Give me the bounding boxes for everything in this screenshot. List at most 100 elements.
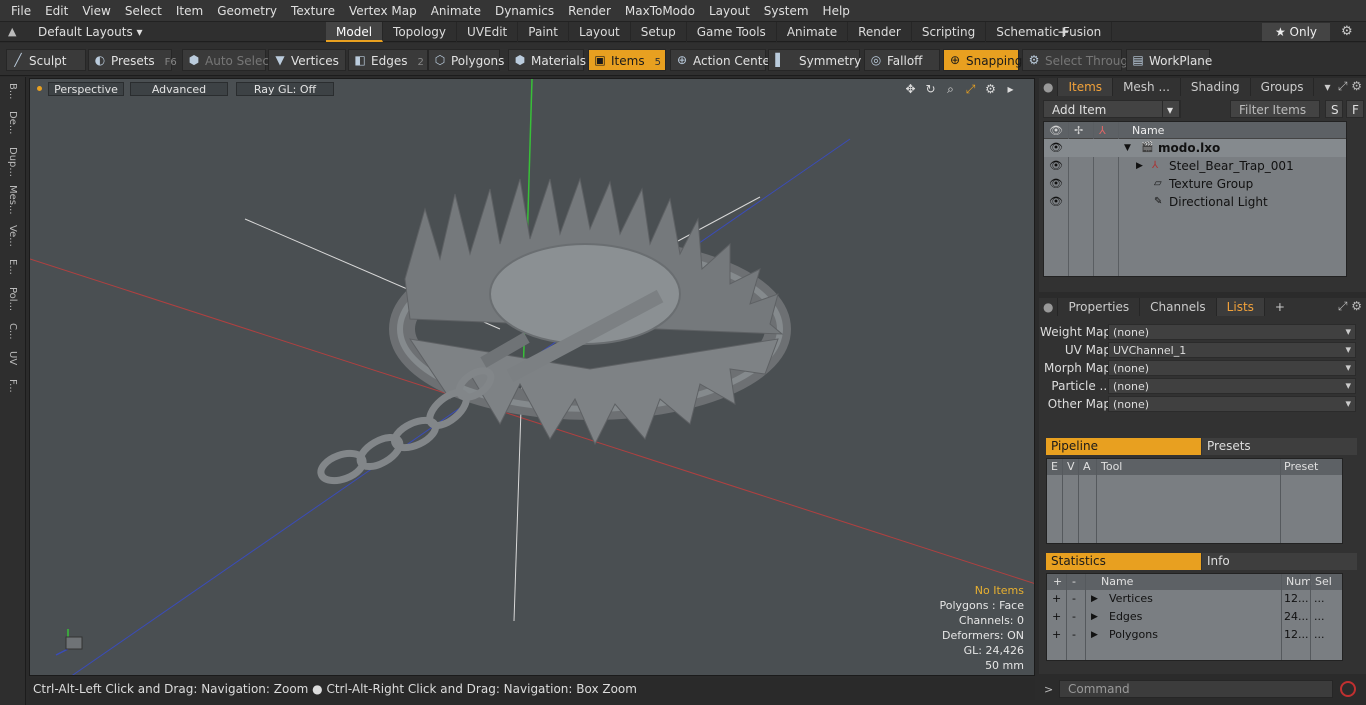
particle-dropdown[interactable]: (none) <box>1108 378 1356 394</box>
tab-groups[interactable]: Groups <box>1251 78 1315 96</box>
info-tab[interactable]: Info <box>1202 553 1357 570</box>
menu-help[interactable]: Help <box>816 0 857 22</box>
stats-add-icon[interactable]: + <box>1052 608 1061 626</box>
left-tab-polygon[interactable]: Pol... <box>5 287 19 317</box>
menu-vertex-map[interactable]: Vertex Map <box>342 0 424 22</box>
advanced-dropdown[interactable]: Advanced <box>130 82 228 96</box>
left-tab-duplicate[interactable]: Dup... <box>5 147 19 179</box>
tab-shading[interactable]: Shading <box>1181 78 1251 96</box>
falloff-button[interactable]: ◎ Falloff <box>864 49 940 71</box>
left-tab-deform[interactable]: De... <box>5 111 19 141</box>
menu-item[interactable]: Item <box>169 0 210 22</box>
viewport-more-icon[interactable]: ▸ <box>1003 82 1018 97</box>
left-tab-fusion[interactable]: F... <box>5 379 19 407</box>
rotate-view-icon[interactable]: ↻ <box>923 82 938 97</box>
tree-row-texture-group[interactable]: 👁 ▱ Texture Group <box>1044 175 1346 193</box>
morph-map-dropdown[interactable]: (none) <box>1108 360 1356 376</box>
expand-arrow-icon[interactable]: ▶ <box>1091 608 1098 626</box>
expand-arrow-icon[interactable]: ▶ <box>1091 590 1098 608</box>
menu-select[interactable]: Select <box>118 0 169 22</box>
symmetry-button[interactable]: ▌ Symmetry <box>768 49 861 71</box>
materials-button[interactable]: ⬢ Materials <box>508 49 586 71</box>
edges-button[interactable]: ◧ Edges 2 <box>348 49 428 71</box>
presets-button[interactable]: ◐ Presets F6 <box>88 49 177 71</box>
stats-row-vertices[interactable]: + - ▶ Vertices 12... ... <box>1047 590 1342 608</box>
add-item-dropdown-icon[interactable]: ▾ <box>1162 100 1180 118</box>
menu-texture[interactable]: Texture <box>284 0 342 22</box>
raygl-toggle[interactable]: Ray GL: Off <box>236 82 334 96</box>
polygons-button[interactable]: ⬡ Polygons <box>428 49 504 71</box>
uv-map-dropdown[interactable]: UVChannel_1 <box>1108 342 1356 358</box>
layout-gear-icon[interactable]: ⚙ <box>1341 24 1353 39</box>
workplane-button[interactable]: ▤ WorkPlane <box>1126 49 1212 71</box>
statistics-tab[interactable]: Statistics <box>1046 553 1201 570</box>
menu-maxtomodo[interactable]: MaxToModo <box>618 0 702 22</box>
properties-panel-expand-icon[interactable]: ⤢ ⚙ <box>1338 299 1362 314</box>
sculpt-button[interactable]: ╱ Sculpt <box>6 49 86 71</box>
other-map-dropdown[interactable]: (none) <box>1108 396 1356 412</box>
menu-layout[interactable]: Layout <box>702 0 757 22</box>
record-stop-icon[interactable] <box>1340 681 1356 697</box>
visibility-eye-icon[interactable]: 👁 <box>1049 178 1063 189</box>
menu-dynamics[interactable]: Dynamics <box>488 0 561 22</box>
vertices-button[interactable]: ▼Vertices1 <box>268 49 355 71</box>
panel-handle-icon[interactable]: ● <box>1039 78 1059 96</box>
expand-arrow-icon[interactable]: ▼ <box>1124 139 1131 157</box>
only-toggle[interactable]: ★ Only <box>1262 23 1330 41</box>
expand-arrow-icon[interactable]: ▶ <box>1091 626 1098 644</box>
items-tabs-more-icon[interactable]: ▾ <box>1314 78 1340 96</box>
left-tab-basic[interactable]: B... <box>5 83 19 105</box>
stats-remove-icon[interactable]: - <box>1072 590 1076 608</box>
tab-model[interactable]: Model <box>326 22 384 42</box>
tab-animate[interactable]: Animate <box>777 22 849 42</box>
snapping-button[interactable]: ⊕ Snapping <box>943 49 1022 71</box>
left-tab-curve[interactable]: C... <box>5 323 19 345</box>
tab-layout[interactable]: Layout <box>569 22 631 42</box>
menu-system[interactable]: System <box>757 0 816 22</box>
visibility-eye-icon[interactable]: 👁 <box>1049 160 1063 171</box>
tab-mesh[interactable]: Mesh ... <box>1113 78 1181 96</box>
stats-add-icon[interactable]: + <box>1052 626 1061 644</box>
filter-items-input[interactable]: Filter Items <box>1230 100 1320 118</box>
items-button[interactable]: ▣ Items 5 <box>588 49 666 71</box>
items-panel-expand-icon[interactable]: ⤢ ⚙ <box>1338 79 1362 94</box>
layout-home-icon[interactable]: ▲ <box>8 26 20 38</box>
f-toggle-button[interactable]: F <box>1346 100 1364 118</box>
left-tab-uv[interactable]: UV <box>5 351 19 373</box>
add-item-button[interactable]: Add Item <box>1043 100 1181 118</box>
left-tab-vertex[interactable]: Ve... <box>5 225 19 253</box>
stats-row-edges[interactable]: + - ▶ Edges 24... ... <box>1047 608 1342 626</box>
menu-view[interactable]: View <box>75 0 117 22</box>
add-tab-icon[interactable]: + <box>1057 22 1070 42</box>
3d-viewport[interactable]: Perspective Advanced Ray GL: Off ✥ ↻ ⌕ ⤢… <box>29 78 1035 676</box>
default-layouts-dropdown[interactable]: Default Layouts ▾ <box>38 22 143 42</box>
action-center-button[interactable]: ⊕ Action Center <box>670 49 775 71</box>
menu-edit[interactable]: Edit <box>38 0 75 22</box>
fit-view-icon[interactable]: ⤢ <box>963 82 978 97</box>
weight-map-dropdown[interactable]: (none) <box>1108 324 1356 340</box>
tab-game-tools[interactable]: Game Tools <box>687 22 777 42</box>
auto-select-button[interactable]: ⬢ Auto Select <box>182 49 274 71</box>
left-tab-mesh-edit[interactable]: Mes... <box>5 185 19 219</box>
tab-items[interactable]: Items <box>1058 78 1114 96</box>
select-through-button[interactable]: ⚙ Select Through <box>1022 49 1136 71</box>
stats-remove-icon[interactable]: - <box>1072 608 1076 626</box>
pipeline-tab[interactable]: Pipeline <box>1046 438 1201 455</box>
presets-tab[interactable]: Presets <box>1202 438 1357 455</box>
viewport-gear-icon[interactable]: ⚙ <box>983 82 998 97</box>
tab-render[interactable]: Render <box>848 22 912 42</box>
left-tab-edge[interactable]: E... <box>5 259 19 281</box>
tab-properties[interactable]: Properties <box>1058 298 1141 316</box>
command-history-arrow-icon[interactable]: > <box>1044 683 1053 696</box>
menu-file[interactable]: File <box>4 0 38 22</box>
command-input[interactable]: Command <box>1059 680 1333 698</box>
collapse-arrow-icon[interactable]: ▶ <box>1136 157 1143 175</box>
menu-animate[interactable]: Animate <box>424 0 488 22</box>
tab-scripting[interactable]: Scripting <box>912 22 987 42</box>
stats-remove-icon[interactable]: - <box>1072 626 1076 644</box>
s-toggle-button[interactable]: S <box>1325 100 1343 118</box>
move-view-icon[interactable]: ✥ <box>903 82 918 97</box>
perspective-dropdown[interactable]: Perspective <box>48 82 124 96</box>
add-panel-tab-icon[interactable]: + <box>1265 298 1295 316</box>
tab-paint[interactable]: Paint <box>518 22 569 42</box>
